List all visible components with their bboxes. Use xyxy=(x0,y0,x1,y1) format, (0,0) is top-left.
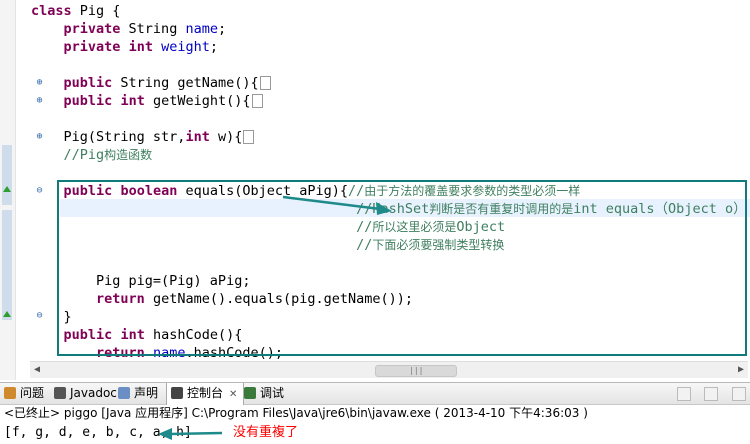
tab-problems[interactable]: 问题 xyxy=(0,383,50,404)
highlight-box xyxy=(57,180,747,356)
scroll-left-icon[interactable]: ◀ xyxy=(34,364,40,375)
field: name xyxy=(185,21,218,37)
close-icon[interactable]: ✕ xyxy=(229,389,237,400)
comment: //Pig xyxy=(63,147,105,163)
code-text: Pig { xyxy=(71,3,121,19)
ruler-marker xyxy=(2,210,12,320)
console-icon xyxy=(171,387,183,399)
code-text: ; xyxy=(217,21,227,37)
tab-label: Javadoc xyxy=(70,386,117,400)
code-text: String getName(){ xyxy=(112,75,259,91)
code-text: Pig(String str, xyxy=(31,129,186,145)
tab-label: 调试 xyxy=(260,386,285,400)
tab-debug[interactable]: 调试 xyxy=(240,383,290,404)
scroll-lock-icon[interactable] xyxy=(732,387,746,401)
tab-label: 声明 xyxy=(134,386,159,400)
horizontal-scrollbar[interactable]: ◀ ||| ▶ xyxy=(30,361,748,378)
tab-label: 控制台 xyxy=(187,386,224,400)
keyword: class xyxy=(31,3,72,19)
field: weight xyxy=(161,39,210,55)
console-status: <已终止> piggo [Java 应用程序] C:\Program Files… xyxy=(4,406,588,420)
at-icon xyxy=(54,387,66,399)
code-line: private String name; xyxy=(31,20,227,38)
code-line: //Pig构造函数 xyxy=(31,146,153,164)
fold-gutter: ⊕ ⊕ ⊕ ⊖ ⊖ xyxy=(16,0,43,380)
code-text: getWeight(){ xyxy=(144,93,251,109)
keyword: public xyxy=(63,75,113,91)
comment: 构造函数 xyxy=(104,148,153,162)
tab-at[interactable]: Javadoc xyxy=(50,383,123,404)
problems-icon xyxy=(4,387,16,399)
collapsed-code-icon[interactable] xyxy=(251,94,263,108)
collapsed-code-icon[interactable] xyxy=(243,130,255,144)
declaration-icon xyxy=(118,387,130,399)
code-line: public int getWeight(){ xyxy=(31,92,263,110)
terminate-icon[interactable] xyxy=(676,387,691,401)
code-line: public String getName(){ xyxy=(31,74,271,92)
annotation-note: 没有重複了 xyxy=(233,425,299,440)
view-tab-bar: 问题 Javadoc 声明 控制台 ✕ 调试 xyxy=(0,382,750,405)
code-editor[interactable]: ⊕ ⊕ ⊕ ⊖ ⊖ class Pig { private String nam… xyxy=(0,0,750,380)
code-line: Pig(String str,int w){ xyxy=(31,128,255,146)
keyword: private xyxy=(63,21,121,37)
ruler-marker xyxy=(2,145,12,205)
override-marker-icon[interactable] xyxy=(3,186,11,192)
code-text: ; xyxy=(209,39,219,55)
code-text: w){ xyxy=(209,129,243,145)
scroll-right-icon[interactable]: ▶ xyxy=(738,364,744,375)
debug-icon xyxy=(244,387,256,399)
code-line: class Pig { xyxy=(31,2,120,20)
collapsed-code-icon[interactable] xyxy=(259,76,271,90)
tab-label: 问题 xyxy=(20,386,45,400)
console-toolbar xyxy=(673,386,746,405)
keyword: int xyxy=(185,129,210,145)
tab-console[interactable]: 控制台 ✕ xyxy=(166,383,245,405)
keyword: int xyxy=(120,93,145,109)
annotation-arrow-icon xyxy=(158,428,223,440)
keyword: public xyxy=(63,93,113,109)
keyword: int xyxy=(128,39,153,55)
grip-icon: ||| xyxy=(409,366,424,375)
keyword: private xyxy=(63,39,121,55)
console-output[interactable]: [f, g, d, e, b, c, a, h] 没有重複了 xyxy=(0,422,750,444)
code-text: String xyxy=(120,21,186,37)
clear-console-icon[interactable] xyxy=(704,387,719,401)
override-marker-icon[interactable] xyxy=(3,311,11,317)
overview-ruler xyxy=(0,0,16,380)
tab-declaration[interactable]: 声明 xyxy=(114,383,164,404)
code-line: private int weight; xyxy=(31,38,219,56)
annotation-arrow-icon xyxy=(282,195,392,215)
